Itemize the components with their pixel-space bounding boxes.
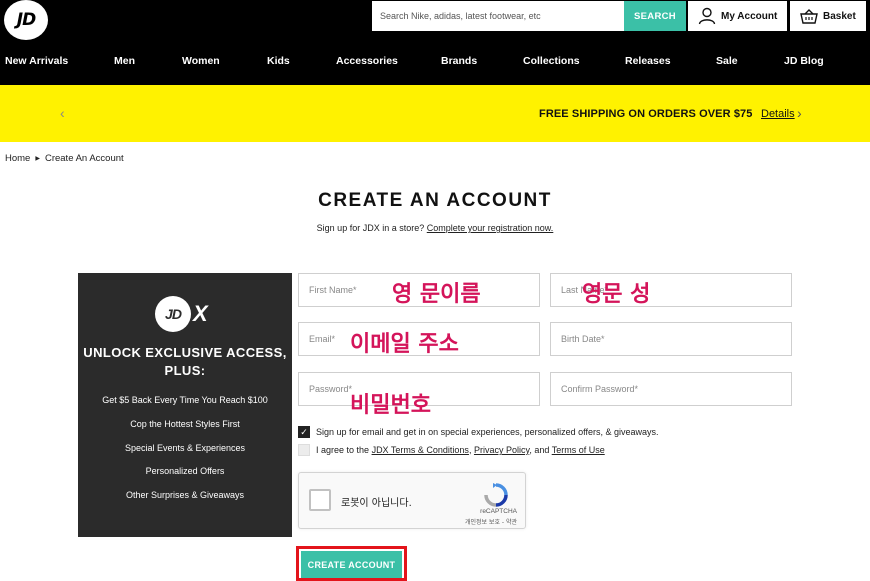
confirm-password-input[interactable]: [551, 373, 791, 405]
recaptcha-widget: 로봇이 아닙니다. reCAPTCHA 개인정보 보호 - 약관: [298, 472, 526, 529]
nav-item-women[interactable]: Women: [182, 55, 220, 67]
jdx-perk: Other Surprises & Giveaways: [125, 490, 245, 500]
promo-text: FREE SHIPPING ON ORDERS OVER $75: [539, 108, 753, 120]
basket-label: Basket: [823, 10, 856, 22]
email-optin-row: ✓ Sign up for email and get in on specia…: [298, 426, 659, 438]
main-nav: New Arrivals Men Women Kids Accessories …: [0, 50, 870, 72]
complete-registration-link[interactable]: Complete your registration now.: [427, 223, 554, 233]
search-bar: SEARCH: [372, 1, 686, 31]
jdx-perk: Personalized Offers: [145, 466, 225, 476]
my-account-button[interactable]: My Account: [688, 1, 787, 31]
birth-date-field: [550, 322, 792, 356]
basket-button[interactable]: Basket: [790, 1, 866, 31]
nav-item-new-arrivals[interactable]: New Arrivals: [5, 55, 68, 67]
annotation-password: 비밀번호: [350, 393, 431, 418]
my-account-label: My Account: [721, 10, 778, 22]
jdx-heading: UNLOCK EXCLUSIVE ACCESS, PLUS:: [83, 345, 287, 378]
nav-item-sale[interactable]: Sale: [716, 55, 738, 67]
recaptcha-brand: reCAPTCHA: [480, 508, 517, 515]
subtitle-text: Sign up for JDX in a store?: [316, 223, 425, 233]
birth-date-input[interactable]: [551, 323, 791, 355]
search-button[interactable]: SEARCH: [624, 1, 686, 31]
recaptcha-checkbox[interactable]: [309, 489, 331, 511]
email-optin-label: Sign up for email and get in on special …: [316, 427, 659, 437]
nav-item-releases[interactable]: Releases: [625, 55, 671, 67]
jdx-perk: Special Events & Experiences: [124, 443, 246, 453]
jdx-logo: JD X: [155, 296, 208, 332]
breadcrumb-current: Create An Account: [44, 153, 124, 164]
nav-item-men[interactable]: Men: [114, 55, 135, 67]
annotation-first-name: 영 문이름: [392, 282, 481, 307]
site-header: JD SEARCH My Account Basket New Arrivals…: [0, 0, 870, 85]
promo-details-link[interactable]: Details: [761, 108, 795, 120]
nav-item-kids[interactable]: Kids: [267, 55, 290, 67]
jdx-promo-panel: JD X UNLOCK EXCLUSIVE ACCESS, PLUS: Get …: [78, 273, 292, 537]
search-input[interactable]: [372, 1, 624, 31]
annotation-email: 이메일 주소: [350, 332, 459, 357]
terms-prefix: I agree to the: [316, 445, 370, 455]
jd-logo[interactable]: JD: [4, 0, 48, 40]
page-subtitle: Sign up for JDX in a store? Complete you…: [0, 223, 870, 233]
chevron-left-icon[interactable]: ‹: [60, 105, 65, 121]
nav-item-brands[interactable]: Brands: [441, 55, 477, 67]
recaptcha-logo-icon: [484, 483, 508, 507]
jdx-perk: Get $5 Back Every Time You Reach $100: [102, 395, 268, 405]
nav-item-jd-blog[interactable]: JD Blog: [784, 55, 824, 67]
terms-of-use-link[interactable]: Terms of Use: [552, 445, 605, 455]
chevron-right-icon[interactable]: ›: [797, 105, 802, 121]
breadcrumb-home[interactable]: Home: [5, 153, 30, 164]
jdx-logo-x: X: [193, 301, 208, 326]
breadcrumb: Home ▶ Create An Account: [5, 153, 124, 164]
terms-row: I agree to the JDX Terms & Conditions, P…: [298, 444, 605, 456]
basket-icon: [800, 8, 818, 24]
breadcrumb-separator-icon: ▶: [35, 156, 40, 162]
privacy-policy-link[interactable]: Privacy Policy: [474, 445, 529, 455]
jdx-perk: Cop the Hottest Styles First: [130, 419, 240, 429]
jd-logo-text: JD: [16, 10, 36, 30]
email-optin-checkbox[interactable]: ✓: [298, 426, 310, 438]
recaptcha-label: 로봇이 아닙니다.: [341, 498, 412, 509]
jdx-terms-link[interactable]: JDX Terms & Conditions: [372, 445, 469, 455]
user-icon: [698, 7, 716, 25]
promo-banner: ‹ FREE SHIPPING ON ORDERS OVER $75 Detai…: [0, 85, 870, 142]
confirm-password-field: [550, 372, 792, 406]
nav-item-collections[interactable]: Collections: [523, 55, 580, 67]
page-title: CREATE AN ACCOUNT: [318, 190, 552, 211]
recaptcha-privacy-links[interactable]: 개인정보 보호 - 약관: [465, 517, 517, 526]
jdx-logo-text: JD: [165, 306, 182, 322]
create-account-button[interactable]: CREATE ACCOUNT: [301, 551, 402, 578]
terms-and: and: [534, 445, 550, 455]
terms-checkbox[interactable]: [298, 444, 310, 456]
annotation-last-name: 영문 성: [582, 282, 651, 307]
terms-label: I agree to the JDX Terms & Conditions, P…: [316, 445, 605, 455]
nav-item-accessories[interactable]: Accessories: [336, 55, 398, 67]
